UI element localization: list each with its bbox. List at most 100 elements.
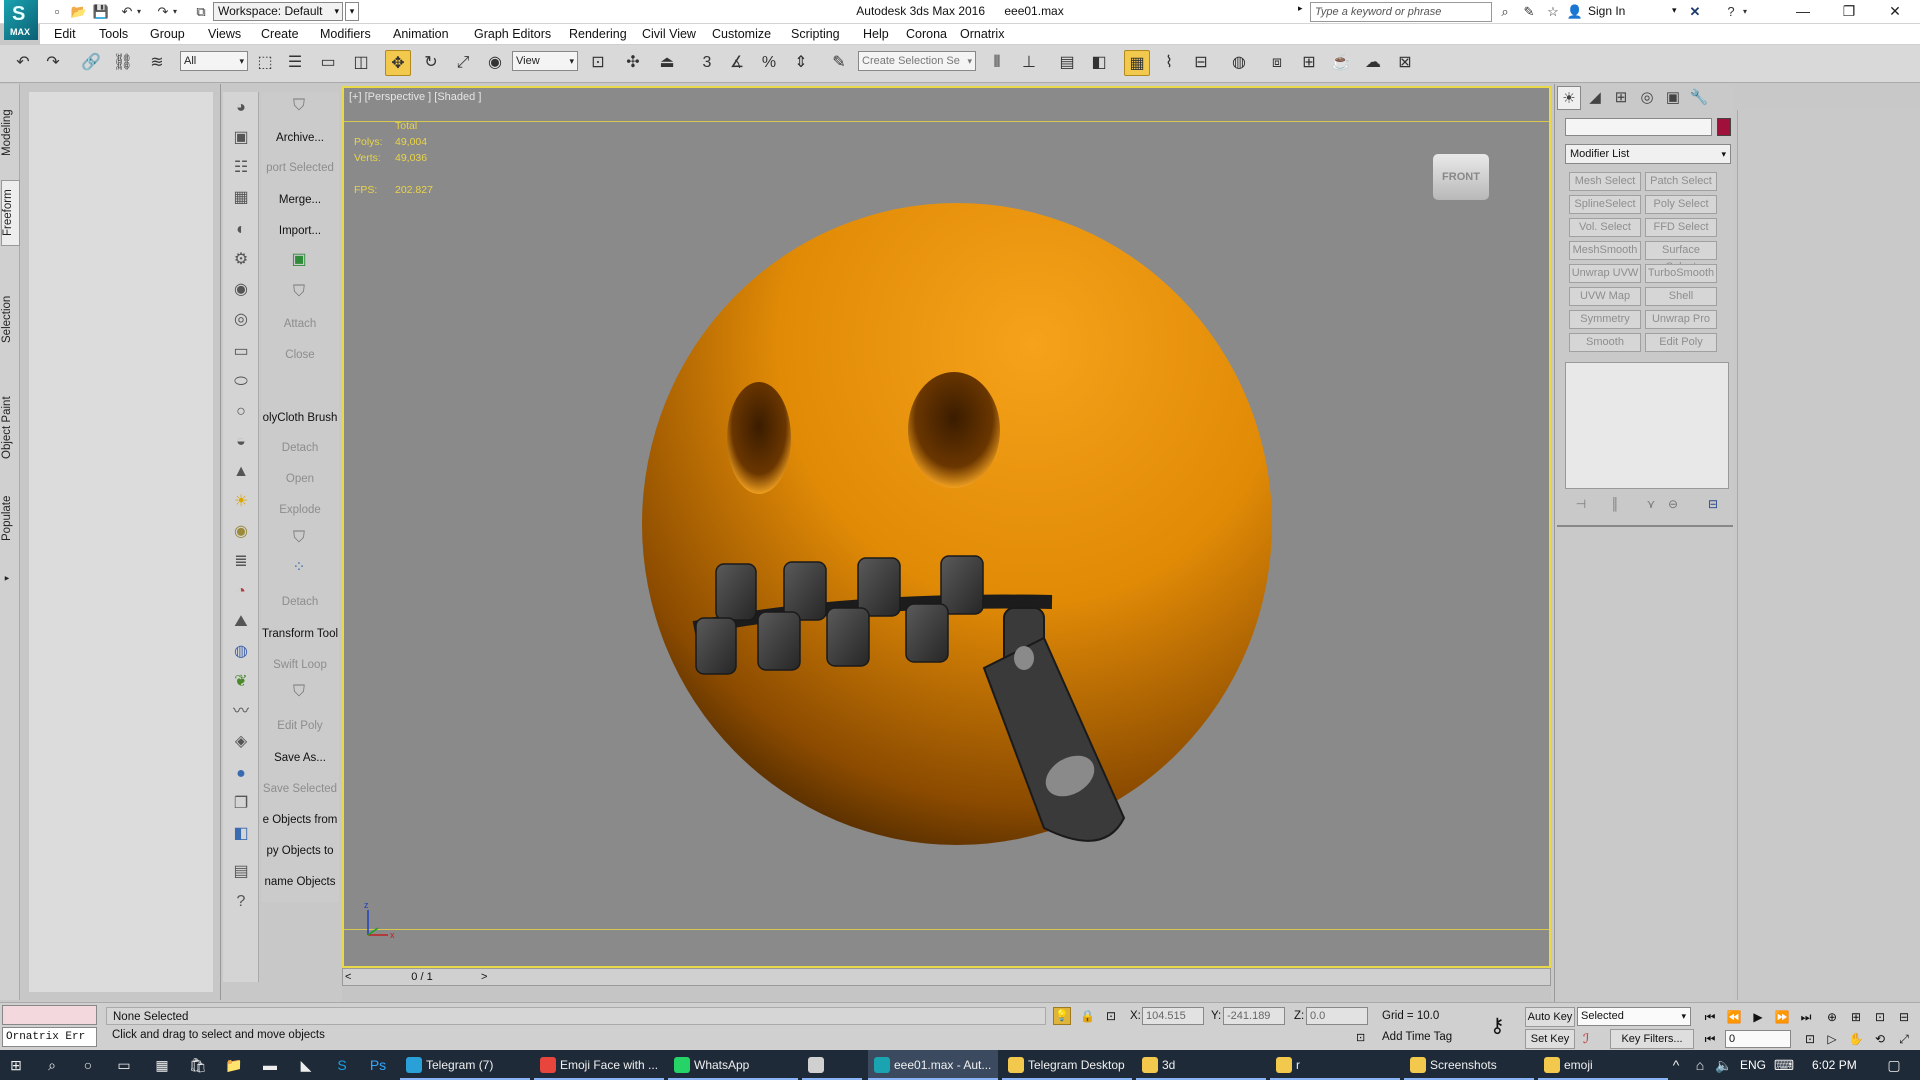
maxscript-output[interactable]: Ornatrix Err [2,1027,97,1047]
detach-button[interactable]: Detach [261,592,339,612]
emoji-model[interactable] [642,203,1272,845]
green-screen-icon[interactable]: ▣ [289,250,309,270]
add-time-tag-button[interactable]: Add Time Tag [1382,1031,1452,1043]
gear-icon[interactable]: ⚙ [231,250,251,270]
windows-start-icon[interactable]: ⊞ [4,1050,28,1080]
import-button[interactable]: Import... [261,221,339,241]
remove-modifier-icon[interactable]: ⊖ [1663,494,1683,514]
track-bar[interactable] [342,986,1551,1002]
key-mode-toggle-icon[interactable]: ⏮ [1700,1029,1720,1049]
calculator-icon[interactable]: ▦ [150,1050,174,1080]
menu-tools[interactable]: Tools [99,27,128,41]
redo-dropdown-icon[interactable]: ▾ [170,3,180,21]
rename-objects-button[interactable]: name Objects [261,872,339,892]
pivot-center-icon[interactable]: ⊡ [585,50,611,76]
smooth-button[interactable]: Smooth [1569,333,1641,352]
z-coordinate-field[interactable]: 0.0 [1306,1007,1368,1025]
make-unique-icon[interactable]: ⋎ [1641,494,1661,514]
taskbar-app-misc[interactable] [802,1050,862,1080]
motion-tab-icon[interactable]: ◎ [1635,86,1659,110]
chevron-down-icon[interactable]: ▾ [1672,5,1677,16]
list-icon[interactable]: ☷ [231,158,251,178]
tab-selection[interactable]: Selection [1,284,20,354]
new-file-icon[interactable]: ▫ [48,3,66,21]
pan-view-icon[interactable]: ✋ [1846,1029,1866,1049]
subscription-icon[interactable]: ✎ [1520,3,1538,21]
unwrap-uvw-button[interactable]: Unwrap UVW [1569,264,1641,283]
render-setup-icon[interactable]: ⧈ [1264,50,1290,76]
chevron-right-icon[interactable]: ▸ [1298,3,1303,14]
select-and-rotate-icon[interactable]: ↻ [418,50,444,76]
named-selection-dropdown[interactable]: Create Selection Se ▾ [858,51,976,71]
edit-poly-button[interactable]: Edit Poly [261,716,339,736]
taskbar-folder-r[interactable]: r [1270,1050,1400,1080]
symmetry-button[interactable]: Symmetry [1569,310,1641,329]
store-icon[interactable]: 🛍 [186,1050,210,1080]
scene-explorer-list[interactable] [29,92,213,992]
modifier-stack[interactable] [1565,362,1729,489]
paste-objects-button[interactable]: e Objects from [261,810,339,830]
tab-modeling[interactable]: Modeling [1,96,20,170]
create-tab-icon[interactable]: ☀ [1557,86,1581,110]
go-to-start-icon[interactable]: ⏮ [1700,1007,1720,1027]
menu-corona[interactable]: Corona [906,27,947,41]
table-icon[interactable]: ▦ [231,188,251,208]
shell-button[interactable]: Shell [1645,287,1717,306]
search-icon[interactable]: ⌕ [40,1050,64,1080]
network-icon[interactable]: ⌂ [1688,1050,1712,1080]
dots-icon[interactable]: ⁘ [289,558,309,578]
copy-objects-button[interactable]: py Objects to [261,841,339,861]
settings-icon[interactable]: ▤ [231,862,251,882]
hair-icon[interactable]: 〰 [231,702,251,722]
menu-modifiers[interactable]: Modifiers [320,27,371,41]
plant-icon[interactable]: ❦ [231,672,251,692]
angle-snap-icon[interactable]: ∡ [724,50,750,76]
taskbar-3dsmax[interactable]: eee01.max - Aut... [868,1050,998,1080]
previous-frame-icon[interactable]: ⏪ [1724,1007,1744,1027]
current-frame-field[interactable]: 0 [1725,1030,1791,1048]
absolute-mode-icon[interactable]: ⊡ [1106,1009,1116,1023]
app-logo[interactable]: S MAX [4,0,38,40]
render-iterative-icon[interactable]: ☁ [1360,50,1386,76]
poly-select-button[interactable]: Poly Select [1645,195,1717,214]
save-as-button[interactable]: Save As... [261,748,339,768]
show-end-result-icon[interactable]: ║ [1605,494,1625,514]
time-tag-icon[interactable]: ⊡ [1356,1031,1365,1044]
select-and-link-icon[interactable]: 🔗 [78,50,104,76]
undo-icon[interactable]: ↶ [10,50,36,76]
menu-scripting[interactable]: Scripting [791,27,840,41]
modifier-list-dropdown[interactable]: Modifier List ▾ [1565,144,1731,164]
user-icon[interactable]: 👤 [1566,3,1584,21]
select-object-icon[interactable]: ⬚ [252,50,278,76]
zoom-icon[interactable]: ⊕ [1822,1007,1842,1027]
taskbar-folder-screenshots[interactable]: Screenshots [1404,1050,1534,1080]
notifications-icon[interactable]: ▢ [1882,1050,1906,1080]
teapot-icon[interactable]: ◉ [231,280,251,300]
menu-ornatrix[interactable]: Ornatrix [960,27,1004,41]
key-mode-dropdown[interactable]: Selected ▾ [1577,1007,1691,1026]
exchange-icon[interactable]: ✕ [1686,3,1704,21]
tab-freeform[interactable]: Freeform [1,180,20,246]
archive-button[interactable]: Archive... [261,128,339,148]
bind-space-warp-icon[interactable]: ≋ [144,50,170,76]
explode-button[interactable]: Explode [261,500,339,520]
plane-icon[interactable]: ▭ [231,342,251,362]
hierarchy-tab-icon[interactable]: ⊞ [1609,86,1633,110]
display-tab-icon[interactable]: ▣ [1661,86,1685,110]
select-manipulate-icon[interactable]: ✣ [620,50,646,76]
edit-named-selection-icon[interactable]: ✎ [826,50,852,76]
mountain-icon[interactable]: ⛰ [231,612,251,632]
rendered-frame-window-icon[interactable]: ⊞ [1296,50,1322,76]
meshsmooth-button[interactable]: MeshSmooth [1569,241,1641,260]
star-icon[interactable]: ☆ [1544,3,1562,21]
menu-views[interactable]: Views [208,27,241,41]
time-config-icon[interactable]: ⊡ [1800,1029,1820,1049]
workspace-selector[interactable]: Workspace: Default ▾ [213,2,343,21]
desktop-icon[interactable]: ▬ [258,1050,282,1080]
save-icon[interactable]: 💾 [92,3,110,21]
skype-icon[interactable]: S [330,1050,354,1080]
box-icon[interactable]: ▣ [231,128,251,148]
pin-stack-icon[interactable]: ⊣ [1571,494,1591,514]
save-selected-button[interactable]: Save Selected [261,779,339,799]
merge-button[interactable]: Merge... [261,190,339,210]
